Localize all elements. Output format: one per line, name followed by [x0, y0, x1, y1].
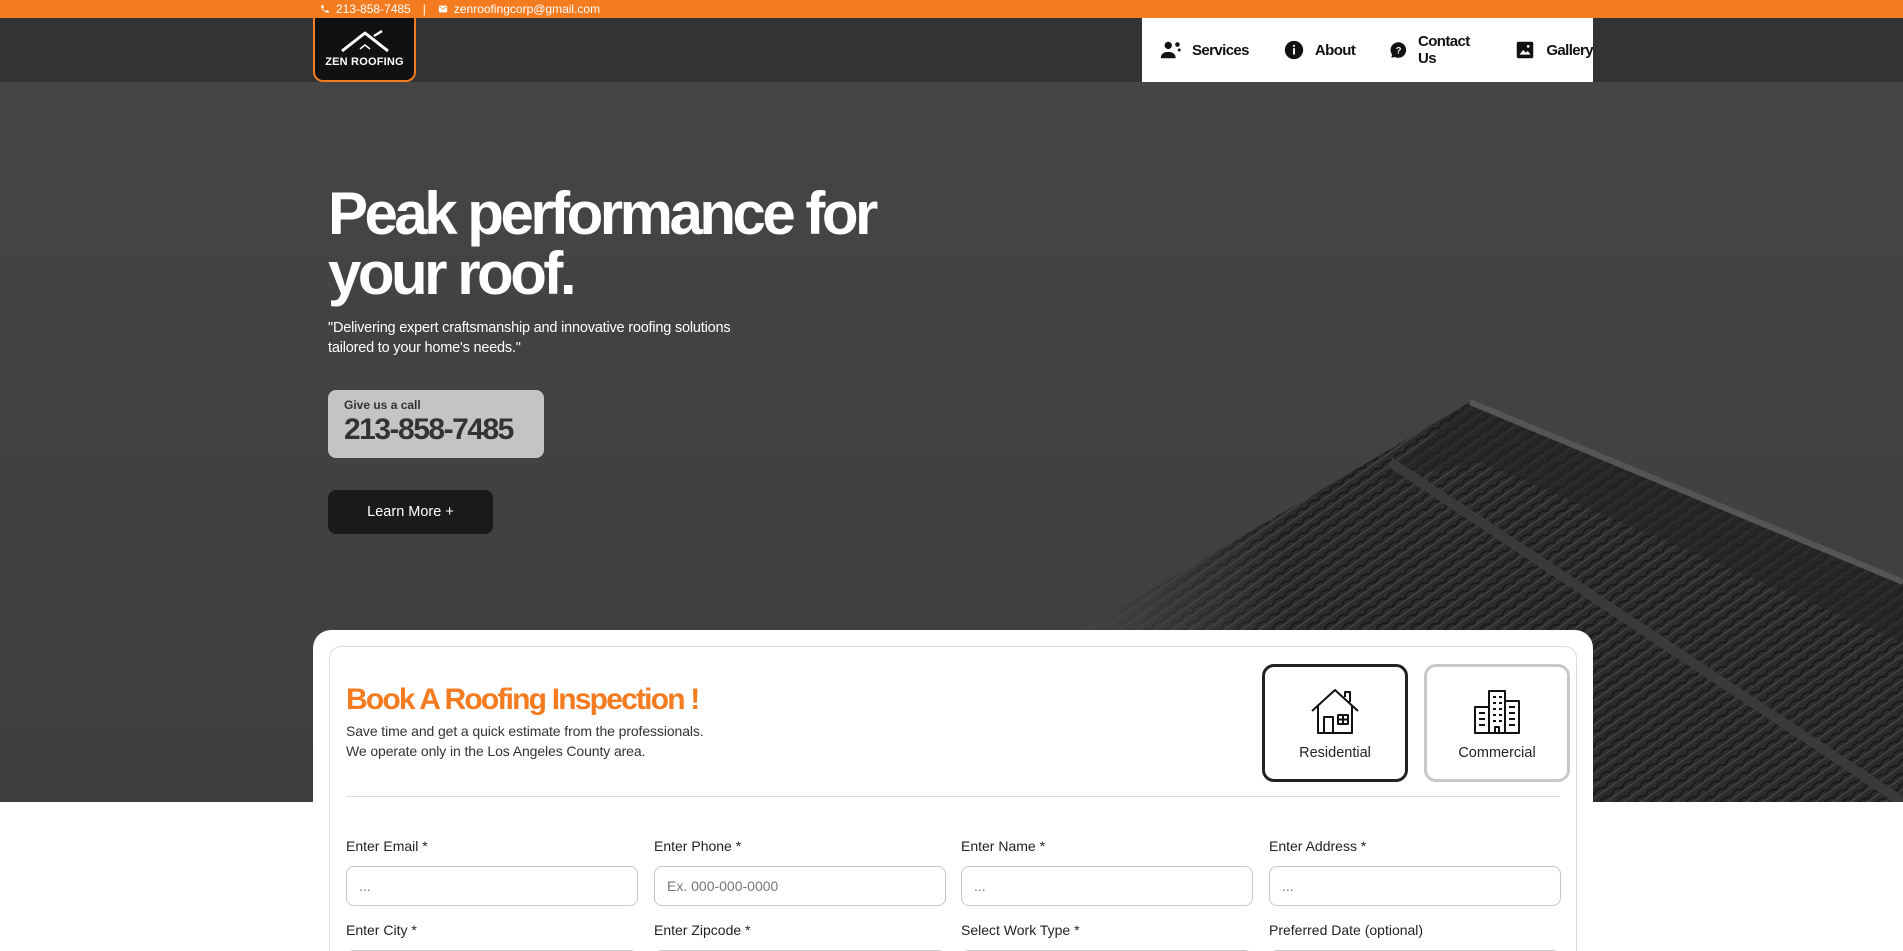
nav-gallery-label: Gallery [1546, 41, 1593, 59]
booking-title: Book A Roofing Inspection ! [346, 683, 700, 716]
name-field: Enter Name * [961, 838, 1253, 906]
nav-contact-label: Contact Us [1417, 33, 1470, 67]
nav-about-label: About [1314, 41, 1356, 59]
commercial-option[interactable]: Commercial [1424, 664, 1570, 782]
roof-logo-icon [340, 29, 389, 53]
learn-more-button[interactable]: Learn More + [328, 490, 493, 534]
hero-title: Peak performance for your roof. [328, 180, 878, 307]
city-field: Enter City * [346, 922, 638, 951]
preferred-date-field-label: Preferred Date (optional) [1269, 922, 1424, 938]
booking-subtitle-line2: We operate only in the Los Angeles Count… [346, 743, 646, 759]
house-icon [1311, 689, 1359, 734]
help-icon: ? [1390, 42, 1407, 58]
top-email-link[interactable]: zenroofingcorp@gmail.com [454, 2, 600, 16]
nav-gallery[interactable]: Gallery [1514, 39, 1594, 61]
residential-label: Residential [1299, 745, 1371, 761]
booking-subtitle: Save time and get a quick estimate from … [346, 721, 704, 761]
preferred-date-field: Preferred Date (optional) [1269, 922, 1561, 951]
phone-field: Enter Phone * [654, 838, 946, 906]
top-separator: | [422, 2, 426, 16]
site-header: ZEN ROOFING Services About ? Contact Us … [0, 18, 1903, 82]
nav-about[interactable]: About [1283, 39, 1356, 61]
booking-card: Book A Roofing Inspection ! Save time an… [313, 630, 1593, 951]
info-icon [1284, 40, 1304, 60]
phone-input[interactable] [654, 866, 946, 906]
zipcode-field-label: Enter Zipcode * [654, 922, 751, 938]
city-field-label: Enter City * [346, 922, 417, 938]
logo-text: ZEN ROOFING [325, 56, 404, 68]
email-input[interactable] [346, 866, 638, 906]
main-nav: Services About ? Contact Us Gallery [1142, 18, 1594, 82]
nav-contact[interactable]: ? Contact Us [1389, 33, 1480, 67]
svg-text:?: ? [1396, 46, 1402, 56]
top-contact-info: 213-858-7485 | zenroofingcorp@gmail.com [320, 2, 600, 16]
mail-icon [438, 5, 448, 13]
email-field: Enter Email * [346, 838, 638, 906]
image-icon [1517, 41, 1534, 59]
address-field: Enter Address * [1269, 838, 1561, 906]
services-icon [1160, 41, 1181, 59]
nav-services[interactable]: Services [1160, 39, 1250, 61]
address-input[interactable] [1269, 866, 1561, 906]
address-field-label: Enter Address * [1269, 838, 1367, 854]
building-icon [1474, 690, 1520, 734]
form-divider [346, 796, 1560, 797]
name-field-label: Enter Name * [961, 838, 1046, 854]
logo[interactable]: ZEN ROOFING [313, 18, 416, 82]
commercial-label: Commercial [1458, 745, 1536, 761]
call-label: Give us a call [344, 398, 421, 412]
phone-icon [321, 5, 329, 13]
booking-subtitle-line1: Save time and get a quick estimate from … [346, 723, 704, 739]
name-input[interactable] [961, 866, 1253, 906]
call-box[interactable]: Give us a call 213-858-7485 [328, 390, 544, 458]
top-contact-bar: 213-858-7485 | zenroofingcorp@gmail.com [0, 0, 1903, 18]
nav-services-label: Services [1192, 41, 1250, 59]
zipcode-field: Enter Zipcode * [654, 922, 946, 951]
phone-field-label: Enter Phone * [654, 838, 742, 854]
call-number[interactable]: 213-858-7485 [344, 413, 544, 447]
work-type-field-label: Select Work Type * [961, 922, 1080, 938]
top-phone-link[interactable]: 213-858-7485 [336, 2, 411, 16]
booking-form: Book A Roofing Inspection ! Save time an… [329, 646, 1577, 951]
hero-subtitle: "Delivering expert craftsmanship and inn… [328, 320, 731, 356]
residential-option[interactable]: Residential [1262, 664, 1408, 782]
work-type-field: Select Work Type * [961, 922, 1253, 951]
email-field-label: Enter Email * [346, 838, 428, 854]
